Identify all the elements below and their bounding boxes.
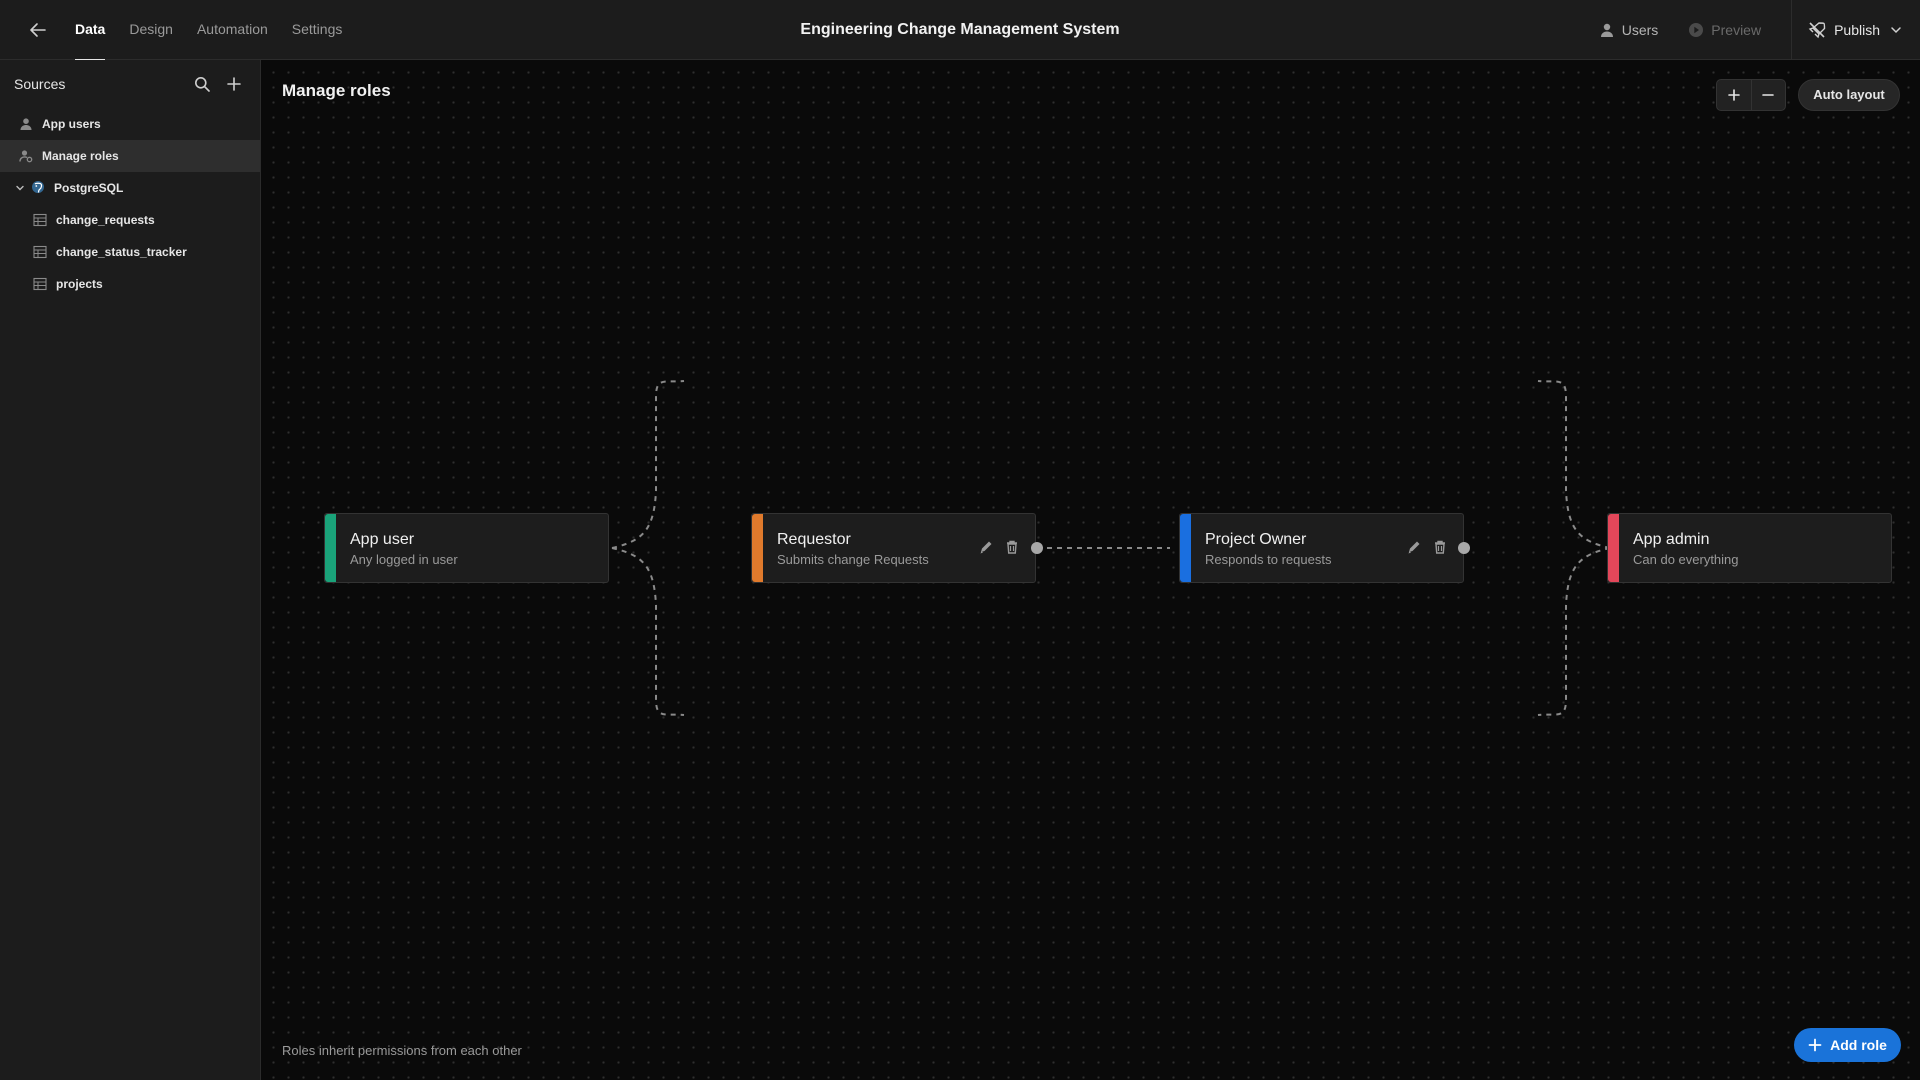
add-role-button[interactable]: Add role [1794, 1028, 1901, 1062]
roles-icon [18, 148, 34, 164]
role-color-bar [1180, 514, 1191, 582]
page-title: Manage roles [282, 81, 391, 100]
delete-role-button[interactable] [1003, 538, 1021, 556]
role-color-bar [752, 514, 763, 582]
tab-settings[interactable]: Settings [292, 0, 343, 60]
search-icon [195, 77, 210, 92]
postgresql-icon [30, 180, 46, 196]
table-icon [32, 212, 48, 228]
table-icon [32, 276, 48, 292]
zoom-controls [1716, 79, 1786, 111]
preview-label: Preview [1711, 22, 1762, 38]
role-node-project-owner[interactable]: Project Owner Responds to requests [1179, 513, 1464, 583]
sidebar-title: Sources [14, 76, 66, 92]
sidebar-header: Sources [0, 60, 260, 108]
add-source-button[interactable] [222, 72, 246, 96]
sidebar-item-label: App users [42, 117, 101, 131]
pencil-icon [980, 541, 992, 554]
tab-automation[interactable]: Automation [197, 0, 268, 60]
zoom-in-button[interactable] [1717, 80, 1751, 110]
sidebar-item-label: PostgreSQL [54, 181, 124, 195]
trash-icon [1007, 540, 1017, 554]
sources-sidebar: Sources App users Manage roles PostgreSQ… [0, 60, 261, 1080]
nav-tabs: Data Design Automation Settings [75, 0, 366, 61]
user-icon [18, 116, 34, 132]
sidebar-item-manage-roles[interactable]: Manage roles [0, 140, 260, 172]
role-description: Any logged in user [350, 552, 458, 567]
edit-role-button[interactable] [1405, 538, 1423, 556]
back-button[interactable] [26, 18, 50, 42]
sidebar-item-postgresql[interactable]: PostgreSQL [0, 172, 260, 204]
sidebar-item-label: change_status_tracker [56, 245, 187, 259]
role-actions [1397, 538, 1449, 556]
sidebar-item-label: projects [56, 277, 103, 291]
sidebar-item-app-users[interactable]: App users [0, 108, 260, 140]
pencil-icon [1408, 541, 1420, 554]
sidebar-item-label: change_requests [56, 213, 155, 227]
top-right-actions: Users Preview Publish [1599, 0, 1920, 60]
publish-label: Publish [1834, 22, 1880, 38]
users-label: Users [1621, 22, 1659, 38]
auto-layout-button[interactable]: Auto layout [1798, 79, 1900, 111]
role-node-app-admin[interactable]: App admin Can do everything [1607, 513, 1892, 583]
role-name: App user [350, 531, 415, 548]
role-actions [969, 538, 1021, 556]
preview-button[interactable]: Preview [1688, 22, 1761, 38]
arrow-left-icon [30, 23, 46, 37]
connector-handle-project-owner[interactable] [1458, 542, 1470, 554]
tab-design[interactable]: Design [129, 0, 173, 60]
edit-role-button[interactable] [977, 538, 995, 556]
role-description: Responds to requests [1205, 552, 1332, 567]
add-role-label: Add role [1830, 1037, 1887, 1053]
sidebar-item-change-status-tracker[interactable]: change_status_tracker [0, 236, 260, 268]
role-node-requestor[interactable]: Requestor Submits change Requests [751, 513, 1036, 583]
users-button[interactable]: Users [1599, 22, 1659, 38]
zoom-out-button[interactable] [1750, 80, 1785, 110]
search-button[interactable] [190, 72, 214, 96]
role-description: Can do everything [1633, 552, 1739, 567]
publish-button[interactable]: Publish [1791, 0, 1920, 60]
tab-data[interactable]: Data [75, 0, 106, 61]
trash-icon [1435, 540, 1445, 554]
connector-handle-requestor[interactable] [1031, 542, 1043, 554]
table-icon [32, 244, 48, 260]
plus-icon [1808, 1038, 1822, 1052]
role-color-bar [325, 514, 336, 582]
role-description: Submits change Requests [777, 552, 929, 567]
sidebar-item-projects[interactable]: projects [0, 268, 260, 300]
delete-role-button[interactable] [1431, 538, 1449, 556]
top-bar: Data Design Automation Settings Engineer… [0, 0, 1920, 61]
user-icon [1600, 23, 1613, 37]
sidebar-item-change-requests[interactable]: change_requests [0, 204, 260, 236]
minus-icon [1762, 94, 1775, 96]
chevron-down-icon[interactable] [14, 180, 26, 196]
plus-icon [1728, 89, 1740, 101]
role-name: Project Owner [1205, 531, 1307, 548]
role-name: Requestor [777, 531, 851, 548]
plus-icon [227, 77, 241, 91]
inheritance-footnote: Roles inherit permissions from each othe… [282, 1043, 522, 1058]
chevron-down-icon [1891, 27, 1901, 34]
roles-canvas[interactable]: Manage roles Auto layout App user Any lo… [262, 61, 1920, 1080]
play-icon [1689, 23, 1704, 37]
sidebar-item-label: Manage roles [42, 149, 119, 163]
rocket-off-icon [1808, 22, 1826, 39]
role-name: App admin [1633, 531, 1710, 548]
role-node-app-user[interactable]: App user Any logged in user [324, 513, 609, 583]
role-color-bar [1608, 514, 1619, 582]
